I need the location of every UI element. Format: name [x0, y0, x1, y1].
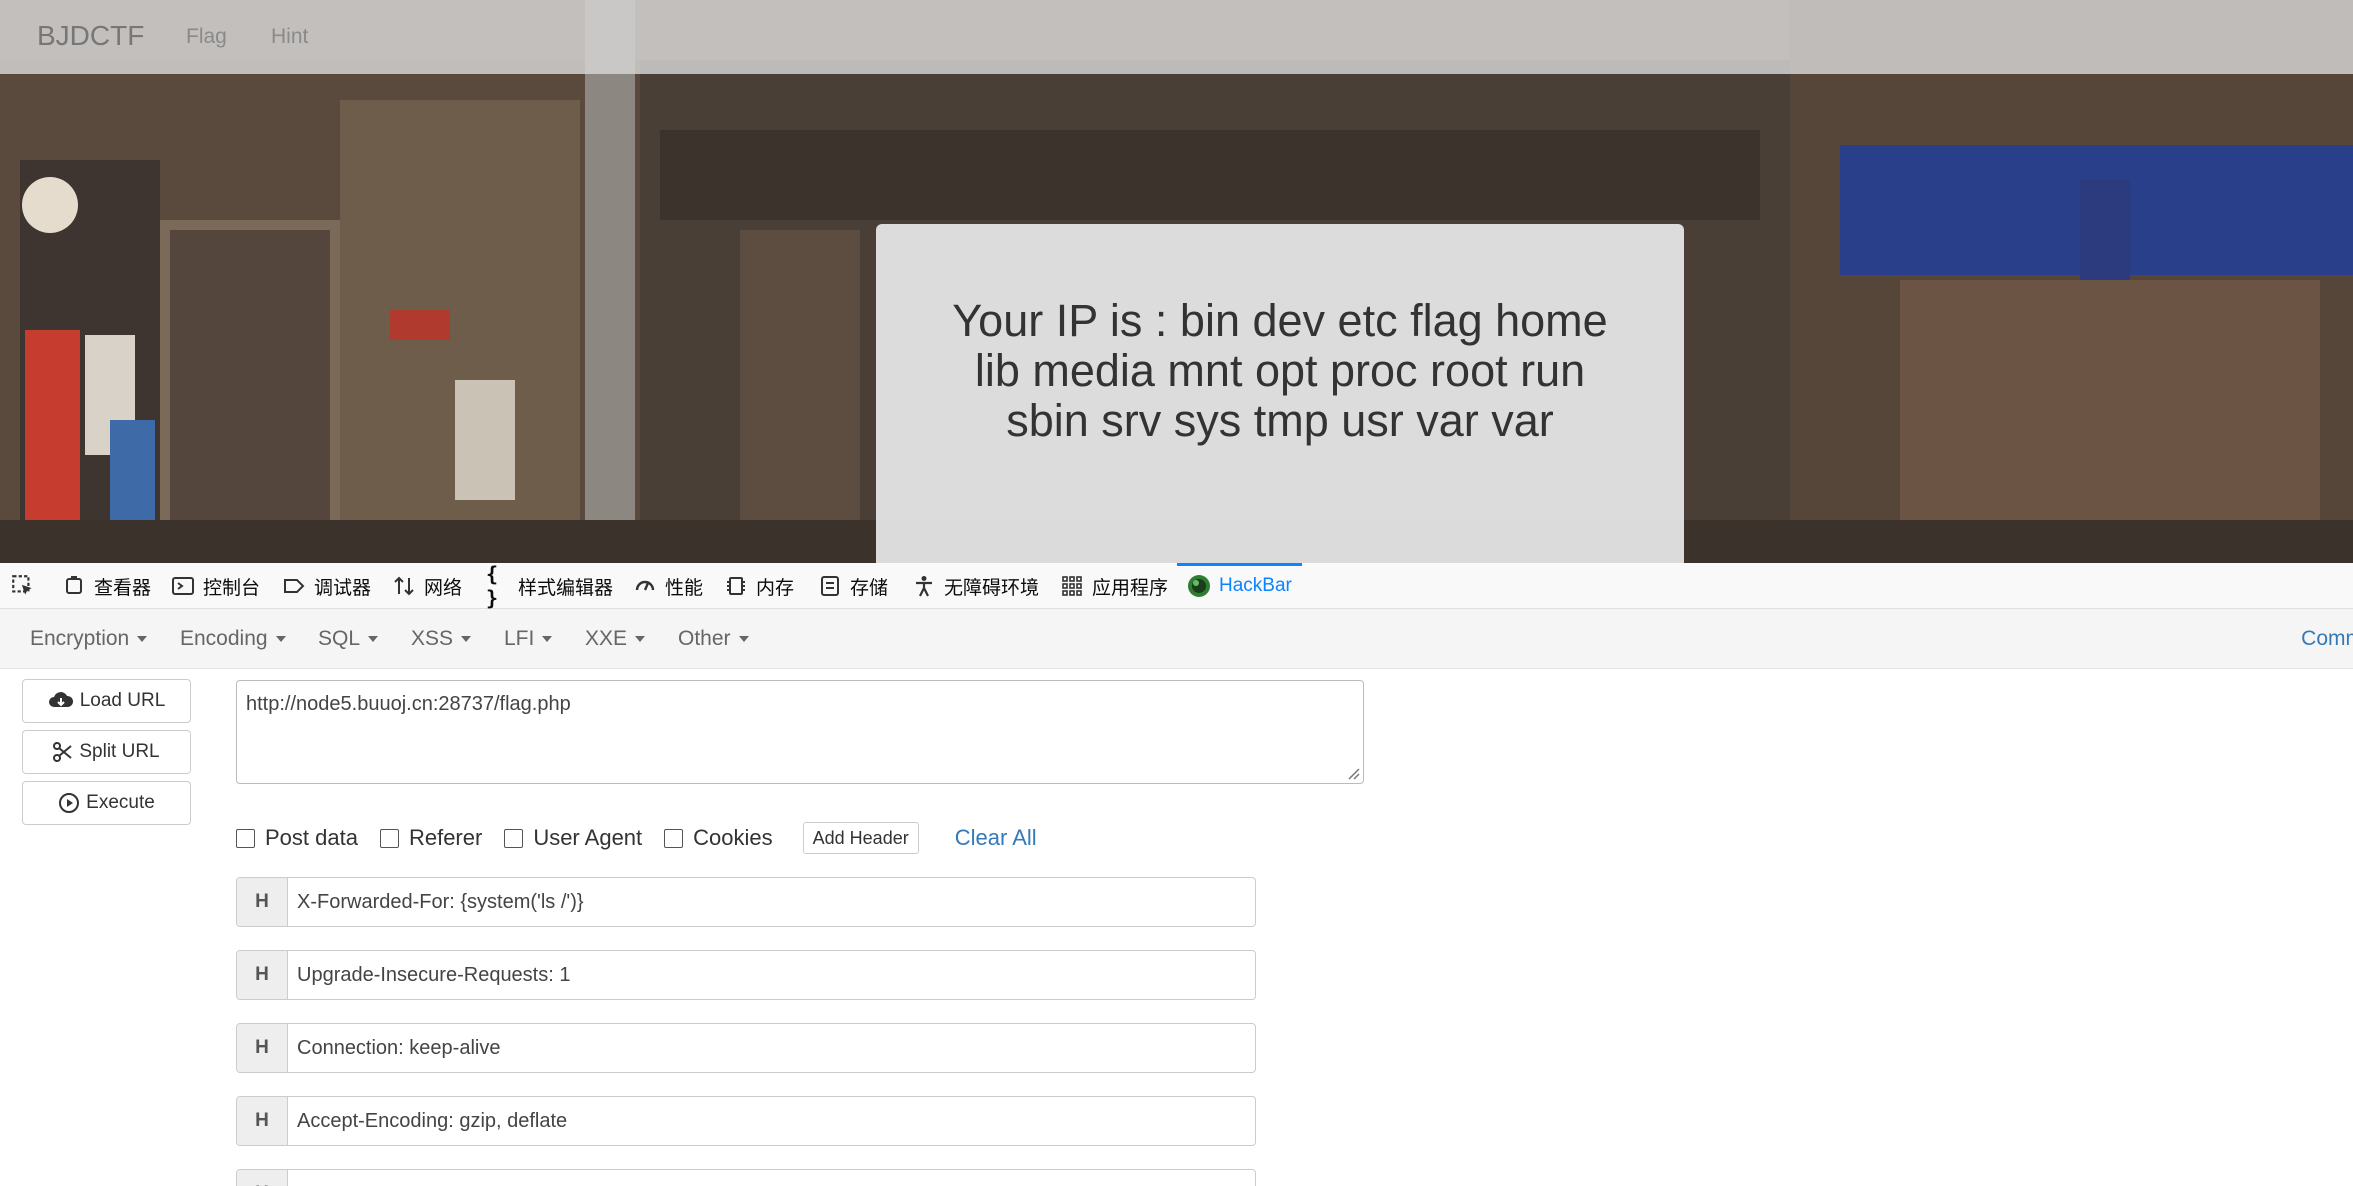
chevron-down-icon: [461, 636, 472, 643]
resize-handle-icon[interactable]: [1344, 764, 1360, 780]
header-tag: H: [237, 878, 288, 926]
nav-link-hint[interactable]: Hint: [271, 25, 308, 49]
execute-button[interactable]: Execute: [22, 781, 191, 825]
chevron-down-icon: [738, 636, 749, 643]
tab-inspector[interactable]: 查看器: [62, 563, 151, 609]
post-data-checkbox[interactable]: Post data: [236, 825, 358, 851]
console-icon: [171, 574, 195, 598]
play-icon: [59, 793, 80, 813]
tab-application[interactable]: 应用程序: [1060, 563, 1168, 609]
tab-performance[interactable]: 性能: [633, 563, 703, 609]
header-row: H X-Forwarded-For: {system('ls /')}: [236, 877, 1256, 927]
header-input[interactable]: Connection: keep-alive: [288, 1024, 1255, 1072]
header-tag: H: [237, 1097, 288, 1145]
menu-sql[interactable]: SQL: [318, 627, 379, 651]
ip-message-card: Your IP is : bin dev etc flag home lib m…: [876, 224, 1684, 563]
tab-memory[interactable]: 内存: [724, 563, 794, 609]
accessibility-icon: [912, 574, 936, 598]
header-input[interactable]: X-Forwarded-For: {system('ls /')}: [288, 878, 1255, 926]
menu-xxe[interactable]: XXE: [585, 627, 646, 651]
url-textarea[interactable]: http://node5.buuoj.cn:28737/flag.php: [236, 680, 1364, 784]
ip-message-text: Your IP is : bin dev etc flag home lib m…: [952, 295, 1608, 446]
commands-link[interactable]: Comm: [2301, 627, 2353, 651]
network-icon: [392, 574, 416, 598]
checkbox-box[interactable]: [504, 828, 524, 848]
tab-label: 无障碍环境: [944, 577, 1040, 599]
style-editor-icon: { }: [486, 562, 499, 610]
tab-label: 应用程序: [1092, 577, 1169, 599]
load-url-button[interactable]: Load URL: [22, 679, 191, 723]
clear-all-link[interactable]: Clear All: [955, 825, 1037, 851]
tab-label: HackBar: [1219, 575, 1292, 596]
tab-network[interactable]: 网络: [392, 563, 462, 609]
header-tag: H: [237, 951, 288, 999]
menu-xss[interactable]: XSS: [411, 627, 472, 651]
header-row: H: [236, 1169, 1256, 1186]
tab-debugger[interactable]: 调试器: [282, 563, 371, 609]
checkbox-box[interactable]: [236, 828, 255, 848]
site-navbar: BJDCTF Flag Hint: [0, 0, 2353, 74]
element-picker-icon[interactable]: [10, 573, 36, 599]
user-agent-checkbox[interactable]: User Agent: [504, 825, 642, 851]
tab-label: 存储: [850, 577, 889, 599]
header-input[interactable]: Upgrade-Insecure-Requests: 1: [288, 951, 1255, 999]
header-input[interactable]: Accept-Encoding: gzip, deflate: [288, 1097, 1255, 1145]
split-url-button[interactable]: Split URL: [22, 730, 191, 774]
storage-icon: [818, 574, 842, 598]
options-row: Post data Referer User Agent Cookies Add…: [236, 822, 1037, 854]
tab-label: 样式编辑器: [518, 577, 614, 599]
tab-style-editor[interactable]: { } 样式编辑器: [486, 562, 614, 610]
debugger-icon: [282, 574, 306, 598]
header-row: H Upgrade-Insecure-Requests: 1: [236, 950, 1256, 1000]
tab-hackbar[interactable]: HackBar: [1177, 563, 1302, 609]
checkbox-box[interactable]: [664, 828, 684, 848]
hackbar-menu-bar: Encryption Encoding SQL XSS LFI XXE Othe…: [0, 609, 2353, 669]
application-icon: [1060, 574, 1084, 598]
site-brand[interactable]: BJDCTF: [37, 20, 144, 52]
referer-checkbox[interactable]: Referer: [379, 825, 482, 851]
header-input[interactable]: [288, 1170, 1255, 1186]
tab-label: 查看器: [94, 577, 152, 599]
tab-label: 内存: [756, 577, 795, 599]
url-value: http://node5.buuoj.cn:28737/flag.php: [246, 693, 571, 715]
menu-encryption[interactable]: Encryption: [30, 627, 148, 651]
menu-lfi[interactable]: LFI: [504, 627, 553, 651]
memory-icon: [724, 574, 748, 598]
cookies-checkbox[interactable]: Cookies: [664, 825, 773, 851]
devtools-toolbar: 查看器 控制台 调试器 网络 { } 样式编辑器 性能 内存 存储 无障碍环境 …: [0, 562, 2353, 610]
chevron-down-icon: [137, 636, 148, 643]
chevron-down-icon: [275, 636, 286, 643]
menu-other[interactable]: Other: [678, 627, 749, 651]
menu-encoding[interactable]: Encoding: [180, 627, 286, 651]
tab-label: 网络: [424, 577, 463, 599]
header-tag: H: [237, 1024, 288, 1072]
chevron-down-icon: [635, 636, 646, 643]
tab-console[interactable]: 控制台: [171, 563, 260, 609]
tab-label: 性能: [665, 577, 704, 599]
header-row: H Connection: keep-alive: [236, 1023, 1256, 1073]
cloud-download-icon: [48, 692, 73, 707]
header-tag: H: [237, 1170, 288, 1186]
tab-label: 控制台: [203, 577, 261, 599]
tab-storage[interactable]: 存储: [818, 563, 888, 609]
tab-accessibility[interactable]: 无障碍环境: [912, 563, 1039, 609]
header-row: H Accept-Encoding: gzip, deflate: [236, 1096, 1256, 1146]
nav-link-flag[interactable]: Flag: [186, 25, 227, 49]
hackbar-icon: [1187, 574, 1211, 598]
tab-label: 调试器: [314, 577, 372, 599]
scissors-icon: [53, 742, 73, 762]
performance-icon: [633, 574, 657, 598]
chevron-down-icon: [542, 636, 553, 643]
webpage-viewport: BJDCTF Flag Hint Your IP is : bin dev et…: [0, 0, 2353, 563]
add-header-button[interactable]: Add Header: [802, 822, 919, 854]
inspector-icon: [62, 574, 86, 598]
chevron-down-icon: [368, 636, 379, 643]
checkbox-box[interactable]: [379, 828, 399, 848]
